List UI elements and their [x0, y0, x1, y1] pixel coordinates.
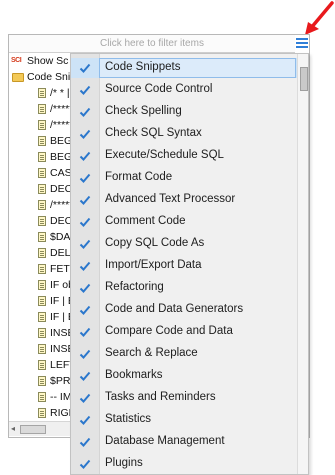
- tree-item-label: BEG: [50, 135, 73, 147]
- checkmark-icon: [79, 173, 91, 183]
- doc-icon: [38, 360, 46, 370]
- menu-item-label: Copy SQL Code As: [105, 237, 205, 249]
- menu-item-label: Code Snippets: [105, 61, 181, 73]
- checkmark-icon: [79, 151, 91, 161]
- doc-icon: [38, 248, 46, 258]
- checkmark-icon: [79, 283, 91, 293]
- checkmark-icon: [79, 371, 91, 381]
- menu-item-label: Code and Data Generators: [105, 303, 244, 315]
- tree-item-label: -- IM: [50, 391, 72, 403]
- menu-item[interactable]: Check SQL Syntax: [71, 124, 308, 144]
- checkmark-icon: [79, 63, 91, 73]
- doc-icon: [38, 280, 46, 290]
- doc-icon: [38, 264, 46, 274]
- menu-vertical-scrollbar[interactable]: [297, 54, 308, 474]
- menu-item[interactable]: Advanced Text Processor: [71, 190, 308, 210]
- menu-item[interactable]: Code and Data Generators: [71, 300, 308, 320]
- menu-item[interactable]: Statistics: [71, 410, 308, 430]
- tree-item-label: /* * |: [50, 87, 70, 99]
- annotation-arrow-icon: [305, 1, 334, 35]
- checkmark-icon: [79, 459, 91, 469]
- doc-icon: [38, 216, 46, 226]
- doc-icon: [38, 184, 46, 194]
- menu-item-label: Statistics: [105, 413, 152, 425]
- menu-item[interactable]: Bookmarks: [71, 366, 308, 386]
- menu-item[interactable]: Refactoring: [71, 278, 308, 298]
- tree-item-label: DEC: [50, 183, 73, 195]
- doc-icon: [38, 200, 46, 210]
- menu-item-label: Bookmarks: [105, 369, 163, 381]
- tree-item-label: Code Sni: [27, 71, 71, 83]
- menu-item-label: Execute/Schedule SQL: [105, 149, 224, 161]
- menu-item-label: Format Code: [105, 171, 173, 183]
- panel-options-menu: Code Snippets Source Code Control Check Sp…: [70, 53, 309, 475]
- menu-item-label: Import/Export Data: [105, 259, 202, 271]
- checkmark-icon: [79, 129, 91, 139]
- menu-item[interactable]: Compare Code and Data: [71, 322, 308, 342]
- checkmark-icon: [79, 85, 91, 95]
- menu-item[interactable]: Plugins: [71, 454, 308, 474]
- doc-icon: [38, 392, 46, 402]
- sci-icon: SCI: [11, 57, 22, 64]
- checkmark-icon: [79, 217, 91, 227]
- checkmark-icon: [79, 437, 91, 447]
- menu-item[interactable]: Database Management: [71, 432, 308, 452]
- menu-item[interactable]: Check Spelling: [71, 102, 308, 122]
- doc-icon: [38, 408, 46, 418]
- scrollbar-thumb[interactable]: [20, 425, 46, 434]
- checkmark-icon: [79, 305, 91, 315]
- doc-icon: [38, 376, 46, 386]
- menu-item-label: Database Management: [105, 435, 225, 447]
- checkmark-icon: [79, 349, 91, 359]
- menu-item[interactable]: Search & Replace: [71, 344, 308, 364]
- menu-item[interactable]: Tasks and Reminders: [71, 388, 308, 408]
- doc-icon: [38, 152, 46, 162]
- menu-item-label: Source Code Control: [105, 83, 213, 95]
- doc-icon: [38, 104, 46, 114]
- menu-item-label: Comment Code: [105, 215, 186, 227]
- scroll-left-icon[interactable]: ◂: [11, 424, 15, 433]
- menu-item[interactable]: Comment Code: [71, 212, 308, 232]
- menu-item[interactable]: Copy SQL Code As: [71, 234, 308, 254]
- folder-icon: [12, 73, 24, 82]
- doc-icon: [38, 344, 46, 354]
- checkmark-icon: [79, 327, 91, 337]
- menu-item-label: Check SQL Syntax: [105, 127, 202, 139]
- checkmark-icon: [79, 393, 91, 403]
- doc-icon: [38, 328, 46, 338]
- menu-item-label: Plugins: [105, 457, 143, 469]
- menu-item-label: Compare Code and Data: [105, 325, 233, 337]
- checkmark-icon: [79, 415, 91, 425]
- menu-item[interactable]: Source Code Control: [71, 80, 308, 100]
- hamburger-menu-icon[interactable]: [295, 36, 309, 51]
- doc-icon: [38, 120, 46, 130]
- menu-item[interactable]: Execute/Schedule SQL: [71, 146, 308, 166]
- doc-icon: [38, 88, 46, 98]
- checkmark-icon: [79, 261, 91, 271]
- tree-item-label: BEG: [50, 151, 73, 163]
- tree-item-label: DEC: [50, 215, 73, 227]
- doc-icon: [38, 296, 46, 306]
- doc-icon: [38, 232, 46, 242]
- tree-item-label: Show Sc: [27, 55, 69, 67]
- filter-bar[interactable]: Click here to filter items: [9, 35, 295, 53]
- menu-item-label: Advanced Text Processor: [105, 193, 236, 205]
- menu-scrollbar-thumb[interactable]: [300, 67, 308, 91]
- doc-icon: [38, 312, 46, 322]
- tree-item-label: CAS: [50, 167, 72, 179]
- menu-item[interactable]: Code Snippets: [71, 58, 308, 78]
- menu-item-label: Check Spelling: [105, 105, 182, 117]
- tree-item-label: $DA: [50, 231, 71, 243]
- menu-item-label: Search & Replace: [105, 347, 198, 359]
- filter-placeholder[interactable]: Click here to filter items: [9, 38, 295, 49]
- menu-item-label: Refactoring: [105, 281, 164, 293]
- menu-item[interactable]: Format Code: [71, 168, 308, 188]
- doc-icon: [38, 136, 46, 146]
- menu-item-label: Tasks and Reminders: [105, 391, 216, 403]
- checkmark-icon: [79, 107, 91, 117]
- doc-icon: [38, 168, 46, 178]
- menu-item[interactable]: Import/Export Data: [71, 256, 308, 276]
- checkmark-icon: [79, 239, 91, 249]
- checkmark-icon: [79, 195, 91, 205]
